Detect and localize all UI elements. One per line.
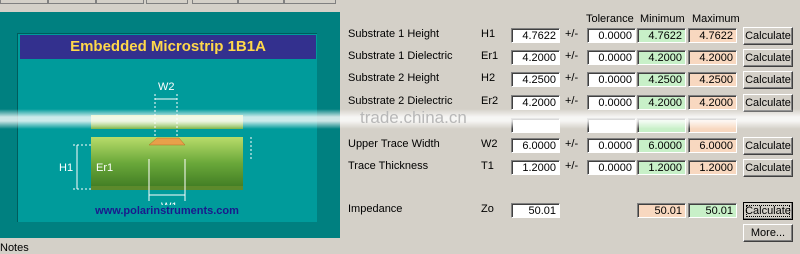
ground-plane (91, 186, 243, 190)
h2-tolerance-input[interactable]: 0.0000 (587, 72, 636, 87)
w2-label: W2 (158, 81, 175, 93)
calculate-impedance-button[interactable]: Calculate (743, 202, 793, 220)
zo-maximum-field: 50.01 (688, 203, 737, 218)
toolbar-button[interactable] (48, 0, 96, 4)
t1-minimum-field: 1.2000 (637, 160, 686, 175)
t1-maximum-field: 1.2000 (688, 160, 737, 175)
toolbar-button[interactable] (0, 0, 48, 4)
w2-symbol: W2 (481, 138, 498, 150)
er1-minimum-field: 4.2000 (637, 50, 686, 65)
plus-minus-label: +/- (565, 50, 579, 62)
toolbar-button[interactable] (192, 0, 238, 4)
more-button[interactable]: More... (743, 224, 793, 242)
plus-minus-label: +/- (565, 160, 579, 172)
h2-value-input[interactable]: 4.2500 (511, 72, 560, 87)
w2-tolerance-input[interactable]: 0.0000 (587, 138, 636, 153)
er2-minimum-field: 4.2000 (637, 95, 686, 110)
er2-maximum-field: 4.2000 (688, 95, 737, 110)
plus-minus-label: +/- (565, 138, 579, 150)
er2-tolerance-input[interactable]: 0.0000 (587, 95, 636, 110)
tolerance-header: Tolerance (586, 13, 634, 25)
minimum-header: Minimum (640, 13, 685, 25)
toolbar-button[interactable] (146, 0, 188, 4)
w2-maximum-field: 6.0000 (688, 138, 737, 153)
er1-tolerance-input[interactable]: 0.0000 (587, 50, 636, 65)
t1-tolerance-input[interactable]: 0.0000 (587, 160, 636, 175)
substrate-1-height-label: Substrate 1 Height (348, 28, 440, 40)
substrate-2-dielectric-label: Substrate 2 Dielectric (348, 95, 453, 107)
er1-label: Er1 (96, 162, 113, 174)
h2-maximum-field: 4.2500 (688, 72, 737, 87)
h1-symbol: H1 (481, 28, 496, 40)
calculate-er1-button[interactable]: Calculate (743, 49, 793, 67)
zo-minimum-field: 50.01 (637, 203, 686, 218)
impedance-label: Impedance (348, 203, 403, 215)
plus-minus-label: +/- (565, 95, 579, 107)
w2-minimum-field: 6.0000 (637, 138, 686, 153)
notes-label: Notes (0, 242, 29, 254)
er2-value-input[interactable]: 4.2000 (511, 95, 560, 110)
calculate-w2-button[interactable]: Calculate (743, 137, 793, 155)
er1-symbol: Er1 (481, 50, 499, 62)
t1-value-input[interactable]: 1.2000 (511, 160, 560, 175)
h1-value-input[interactable]: 4.7622 (511, 28, 560, 43)
calculate-h2-button[interactable]: Calculate (743, 71, 793, 89)
h1-minimum-field: 4.7622 (637, 28, 686, 43)
trace-thickness-label: Trace Thickness (348, 160, 429, 172)
plus-minus-label: +/- (565, 28, 579, 40)
substrate-2-height-label: Substrate 2 Height (348, 72, 440, 84)
upper-trace-width-label: Upper Trace Width (348, 138, 440, 150)
calculate-t1-button[interactable]: Calculate (743, 159, 793, 177)
toolbar-button[interactable] (284, 0, 336, 4)
er1-maximum-field: 4.2000 (688, 50, 737, 65)
maximum-header: Maximum (692, 13, 740, 25)
h1-tolerance-input[interactable]: 0.0000 (587, 28, 636, 43)
er1-value-input[interactable]: 4.2000 (511, 50, 560, 65)
watermark-text: trade.china.cn (360, 108, 467, 127)
zo-value-input[interactable]: 50.01 (511, 203, 560, 218)
er2-symbol: Er2 (481, 95, 499, 107)
t1-symbol: T1 (481, 160, 494, 172)
h2-symbol: H2 (481, 72, 496, 84)
toolbar-button[interactable] (96, 0, 144, 4)
toolbar-button[interactable] (238, 0, 284, 4)
h1-maximum-field: 4.7622 (688, 28, 737, 43)
microstrip-cross-section: W2 H1 Er1 W1 (59, 81, 252, 205)
calculate-h1-button[interactable]: Calculate (743, 27, 793, 45)
h1-label: H1 (59, 162, 73, 174)
plus-minus-label: +/- (565, 72, 579, 84)
substrate-1-dielectric-label: Substrate 1 Dielectric (348, 50, 453, 62)
zo-symbol: Zo (481, 203, 494, 215)
w2-value-input[interactable]: 6.0000 (511, 138, 560, 153)
h2-minimum-field: 4.2500 (637, 72, 686, 87)
website-url[interactable]: www.polarinstruments.com (17, 205, 317, 217)
diagram-title: Embedded Microstrip 1B1A (20, 35, 316, 59)
